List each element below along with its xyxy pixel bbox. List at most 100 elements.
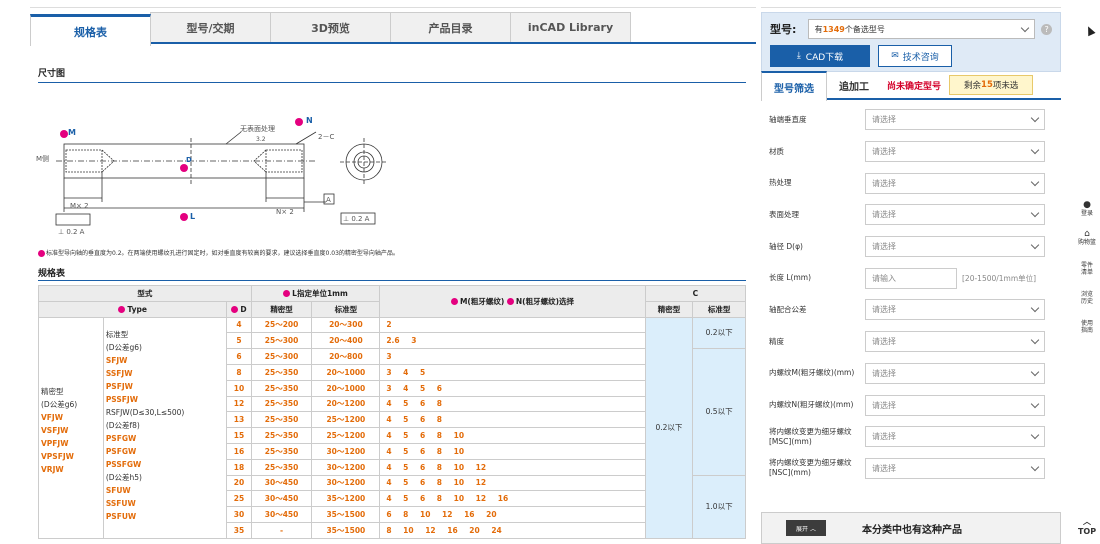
- chevron-down-icon: [1030, 209, 1040, 218]
- header-type-sub: Type: [37, 300, 228, 318]
- tab-model-delivery[interactable]: 型号/交期: [150, 12, 271, 42]
- chevron-down-icon: [1030, 462, 1040, 472]
- drawing-nx2: N× 2: [276, 208, 294, 216]
- chevron-down-icon: [1030, 114, 1040, 123]
- header-row: 型式 L指定单位1mm M(粗牙螺纹) N(粗牙螺纹)选择 C: [38, 285, 747, 318]
- drawing-perp-left: ⊥ 0.2 A: [58, 228, 85, 236]
- side-rail: ● 登录 ⌂ 购物篮 零件清单 浏览历史 使用指南: [1074, 200, 1100, 345]
- help-icon[interactable]: ?: [1041, 23, 1052, 35]
- guide-button[interactable]: 使用指南: [1074, 316, 1100, 345]
- c-precision-cell: 0.2以下: [644, 316, 694, 539]
- filter-row: 表面处理 请选择: [761, 199, 1061, 231]
- tab-bar: 规格表 型号/交期 3D预览 产品目录 inCAD Library: [30, 12, 756, 46]
- header-c-precision: 精密型: [644, 300, 694, 318]
- drawing-label-d: D: [186, 156, 192, 164]
- model-count: 1349: [822, 24, 845, 34]
- tab-spec-table[interactable]: 规格表: [30, 14, 151, 46]
- filter-select[interactable]: 请选择: [865, 299, 1045, 321]
- spec-table: 型式 L指定单位1mm M(粗牙螺纹) N(粗牙螺纹)选择 C Type D 精…: [37, 285, 747, 539]
- marker-icon: [231, 306, 239, 314]
- c-standard-cell: 1.0以下: [692, 474, 746, 539]
- expand-button[interactable]: 展开 ︿: [786, 520, 826, 536]
- history-button[interactable]: 浏览历史: [1074, 287, 1100, 316]
- model-header: 型号: 有1349个备选型号 ? ⤓ CAD下载 ✉ 技术咨询: [761, 12, 1061, 72]
- filter-row: 轴配合公差 请选择: [761, 294, 1061, 326]
- spec-table-title: 规格表: [38, 269, 66, 279]
- chevron-down-icon: [1030, 304, 1040, 313]
- person-icon: ●: [1083, 200, 1091, 210]
- filter-select[interactable]: 请选择: [865, 362, 1045, 384]
- cart-icon: ⌂: [1084, 229, 1090, 239]
- note-text: 标准型导向轴的垂直度为0.2。在两端使用螺纹孔进行固定时，如对垂直度有较高的要求…: [46, 250, 399, 257]
- filter-row: 热处理 请选择: [761, 167, 1061, 199]
- undetermined-label: 尚未确定型号: [887, 81, 942, 92]
- filter-select[interactable]: 请选择: [865, 426, 1045, 448]
- filter-select[interactable]: 请选择: [865, 331, 1045, 353]
- related-products-bar: 展开 ︿ 本分类中也有这种产品: [761, 512, 1061, 544]
- filter-list: 轴端垂直度 请选择 材质 请选择 热处理 请选择 表面处理 请选择 轴径 D(φ) 请选择…: [761, 100, 1061, 480]
- drawing-label-l: L: [190, 212, 196, 221]
- filter-select[interactable]: 请选择: [865, 204, 1045, 226]
- chevron-down-icon: [1030, 367, 1040, 377]
- filter-row: 内螺纹M(粗牙螺纹)(mm) 请选择: [761, 358, 1061, 390]
- drawing-no-surface: 无表面处理: [240, 125, 275, 133]
- filter-select[interactable]: 请选择: [865, 236, 1045, 258]
- download-icon: ⤓: [796, 51, 801, 61]
- drawing-label-m: M: [68, 128, 76, 137]
- filter-row: 长度 L(mm) 请输入 [20-1500/1mm单位]: [761, 262, 1061, 294]
- chevron-down-icon: [1030, 399, 1040, 408]
- cart-button[interactable]: ⌂ 购物篮: [1074, 229, 1100, 258]
- login-button[interactable]: ● 登录: [1074, 200, 1100, 229]
- tab-catalog[interactable]: 产品目录: [390, 12, 511, 42]
- header-d: D: [226, 300, 252, 318]
- header-mn: M(粗牙螺纹) N(粗牙螺纹)选择: [379, 285, 646, 318]
- divider: [38, 82, 746, 83]
- filter-select[interactable]: 请选择: [865, 109, 1045, 131]
- back-to-top-button[interactable]: ︿ TOP: [1074, 516, 1100, 536]
- chevron-down-icon: [1030, 430, 1040, 440]
- filter-select[interactable]: 请选择: [865, 141, 1045, 163]
- top-divider-right: [761, 0, 1061, 8]
- filter-select[interactable]: 请选择: [865, 394, 1045, 416]
- filter-row: 轴径 D(φ) 请选择: [761, 231, 1061, 263]
- drawing-label-n: N: [306, 116, 313, 125]
- tech-consult-button[interactable]: ✉ 技术咨询: [878, 45, 952, 67]
- tab-3d-preview[interactable]: 3D预览: [270, 12, 391, 42]
- model-select[interactable]: 有1349个备选型号: [807, 19, 1036, 39]
- chevron-up-icon: ︿: [1083, 517, 1091, 526]
- top-divider: [30, 0, 756, 8]
- filter-select[interactable]: 请选择: [865, 457, 1045, 479]
- header-c-standard: 标准型: [692, 300, 746, 318]
- header-l: L指定单位1mm: [250, 285, 381, 302]
- parts-list-button[interactable]: 零件清单: [1074, 258, 1100, 287]
- group-cell: 精密型 (D公差g6) VFJW VSFJW VPFJW VPSFJW VRJW: [38, 316, 104, 539]
- dimension-drawing: [55, 118, 388, 226]
- filter-row: 将内螺纹变更为细牙螺纹[MSC](mm) 请选择: [761, 421, 1061, 453]
- remaining-tip: 剩余 15 项未选: [949, 75, 1034, 95]
- chevron-down-icon: [1030, 177, 1040, 186]
- filter-panel: 型号: 有1349个备选型号 ? ⤓ CAD下载 ✉ 技术咨询 型号筛选 追加工 尚…: [761, 12, 1061, 544]
- filter-tabs: 型号筛选 追加工 尚未确定型号 剩余 15 项未选: [761, 71, 1061, 101]
- length-input[interactable]: 请输入: [865, 267, 957, 289]
- drawing-roughness: 3.2: [256, 136, 266, 143]
- header-l-standard: 标准型: [311, 300, 381, 318]
- header-l-precision: 精密型: [250, 300, 313, 318]
- chevron-down-icon: [1030, 335, 1040, 345]
- length-hint: [20-1500/1mm单位]: [962, 273, 1037, 283]
- filter-row: 材质 请选择: [761, 136, 1061, 168]
- cad-download-button[interactable]: ⤓ CAD下载: [770, 45, 870, 67]
- marker-icon: [118, 306, 126, 314]
- drawing-chamfer: 2－C: [318, 133, 335, 141]
- tab-incad-library[interactable]: inCAD Library: [510, 12, 631, 42]
- header-type: 型式: [38, 285, 252, 302]
- filter-select[interactable]: 请选择: [865, 172, 1045, 194]
- warning-icon: [38, 250, 45, 257]
- perpendicularity-note: 标准型导向轴的垂直度为0.2。在两端使用螺纹孔进行固定时，如对垂直度有较高的要求…: [38, 248, 399, 257]
- tab-model-filter[interactable]: 型号筛选: [761, 71, 827, 101]
- mouse-cursor-icon: [1084, 24, 1096, 37]
- filter-row: 将内螺纹变更为细牙螺纹[NSC](mm) 请选择: [761, 453, 1061, 480]
- tab-extra-processing[interactable]: 追加工: [827, 71, 881, 99]
- filter-row: 精度 请选择: [761, 326, 1061, 358]
- header-c: C: [644, 285, 747, 302]
- drawing-mx2: M× 2: [70, 202, 89, 210]
